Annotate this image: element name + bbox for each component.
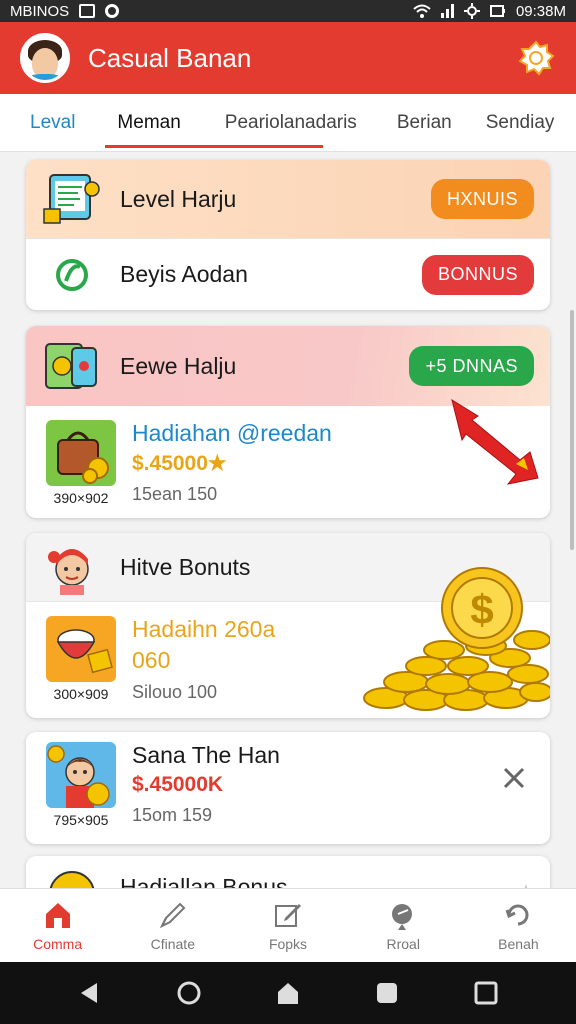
- beyis-aodan-title: Beyis Aodan: [120, 261, 248, 287]
- tab-peariolanadaris[interactable]: Peariolanadaris: [213, 94, 369, 152]
- home-shape-icon[interactable]: [275, 980, 301, 1006]
- tab-bar: Leval Meman Peariolanadaris Berian Sendi…: [0, 94, 576, 152]
- sana-price: $.45000K: [132, 773, 224, 796]
- refresh-icon: [505, 904, 529, 925]
- nav-benah[interactable]: Benah: [461, 889, 576, 962]
- eewe-card: Eewe Halju +5 DNNAS 390×902 Hadiahan @re…: [26, 326, 550, 518]
- hadaihn-meta: Silouo 100: [132, 682, 218, 702]
- status-time: 09:38M: [515, 2, 566, 20]
- status-bar: MBINOS 09:38M: [0, 0, 576, 22]
- recents-icon[interactable]: [374, 980, 400, 1006]
- hadaihn-price: 060: [132, 647, 171, 673]
- svg-text:$: $: [470, 586, 493, 633]
- nav-rroal[interactable]: Rroal: [346, 889, 461, 962]
- hadaihn-title: Hadaihn 260a: [132, 616, 276, 642]
- app-title: Casual Banan: [88, 42, 252, 73]
- signal-icon: [440, 4, 454, 18]
- hadiahan-price: $.45000★: [132, 452, 227, 475]
- avatar[interactable]: [20, 33, 70, 83]
- app-bar: Casual Banan: [0, 22, 576, 94]
- pin-icon: [392, 903, 413, 930]
- tablet-icon: [43, 174, 100, 224]
- system-navigation: [0, 962, 576, 1024]
- sana-title: Sana The Han: [132, 742, 280, 768]
- scrollbar[interactable]: [570, 310, 574, 550]
- level-harju-title: Level Harju: [120, 185, 237, 212]
- rice-thumbnail: [46, 616, 116, 682]
- nav-label-fopks: Fopks: [268, 935, 308, 952]
- red-arrow-icon: [451, 398, 539, 485]
- partial-title: Hadiallan Bonus: [120, 874, 288, 888]
- nav-label-rroal: Rroal: [386, 935, 420, 952]
- partial-row[interactable]: Hadiallan Bonus: [26, 856, 550, 888]
- partial-card: Hadiallan Bonus: [26, 856, 550, 888]
- thumb-dimensions: 390×902: [53, 490, 109, 506]
- eewe-halju-title: Eewe Halju: [120, 352, 237, 379]
- nav-label-comma: Comma: [33, 935, 83, 952]
- rice-bowl-icon: [56, 629, 113, 674]
- wifi-icon: [413, 4, 431, 18]
- hitve-card: Hitve Bonuts 300×909 Hadaihn 260a 060 Si…: [26, 533, 550, 718]
- sana-meta: 15om 159: [132, 805, 213, 825]
- level-harju-row[interactable]: Level Harju HXNUIS: [26, 160, 550, 238]
- bottom-navigation: Comma Cfinate Fopks Rroal Benah: [0, 888, 576, 962]
- settings-status-icon: [463, 3, 480, 19]
- helmet-icon: [49, 871, 95, 888]
- overview-icon[interactable]: [473, 980, 499, 1006]
- nav-cfinate[interactable]: Cfinate: [115, 889, 230, 962]
- back-icon[interactable]: [77, 980, 103, 1006]
- phone-icon: [45, 343, 97, 389]
- tab-sendiay[interactable]: Sendiay: [474, 94, 567, 152]
- thumb-dimensions-3: 795×905: [53, 812, 109, 828]
- leaf-icon: [56, 258, 88, 291]
- home-icon: [45, 902, 70, 928]
- hadaihn-item[interactable]: 300×909 Hadaihn 260a 060 Silouo 100 $: [26, 567, 550, 713]
- hxnuis-button[interactable]: HXNUIS: [430, 179, 534, 219]
- gear-icon: [518, 40, 555, 76]
- home-circle-icon[interactable]: [176, 980, 202, 1006]
- tab-leval[interactable]: Leval: [18, 94, 87, 152]
- bag-icon: [57, 431, 109, 484]
- close-icon: [503, 767, 525, 789]
- tab-meman[interactable]: Meman: [105, 94, 324, 152]
- edit-icon: [275, 903, 301, 927]
- sync-icon: [105, 4, 120, 18]
- sana-item[interactable]: 795×905 Sana The Han $.45000K 15om 159: [26, 732, 550, 838]
- girl-icon: [48, 549, 89, 595]
- notification-icon: [79, 4, 96, 18]
- bag-thumbnail: [46, 420, 116, 486]
- nav-label-benah: Benah: [498, 935, 539, 952]
- thumb-dimensions-2: 300×909: [53, 686, 109, 702]
- hadiahan-title: Hadiahan @reedan: [132, 420, 332, 446]
- pen-icon: [159, 902, 186, 928]
- battery-icon: [489, 5, 505, 17]
- dnnas-button[interactable]: +5 DNNAS: [409, 346, 534, 386]
- boy-thumbnail: [46, 742, 116, 808]
- content-list[interactable]: Level Harju HXNUIS Beyis Aodan BONNUS Ee…: [0, 152, 576, 888]
- level-card: Level Harju HXNUIS Beyis Aodan BONNUS: [26, 160, 550, 310]
- settings-button[interactable]: [516, 38, 556, 78]
- gold-coins-icon: $: [363, 567, 550, 711]
- tab-berian[interactable]: Berian: [385, 94, 464, 152]
- close-button[interactable]: [502, 766, 526, 795]
- nav-fopks[interactable]: Fopks: [230, 889, 345, 962]
- hadiahan-meta: 15ean 150: [132, 484, 218, 504]
- boy-coin-icon: [47, 745, 110, 808]
- sana-card: 795×905 Sana The Han $.45000K 15om 159: [26, 732, 550, 844]
- nav-comma[interactable]: Comma: [0, 889, 115, 962]
- status-left-text: MBINOS: [10, 2, 70, 20]
- nav-label-cfinate: Cfinate: [150, 935, 195, 952]
- bonnus-button[interactable]: BONNUS: [421, 254, 534, 295]
- hadiahan-item[interactable]: 390×902 Hadiahan @reedan $.45000★ 15ean …: [26, 398, 550, 516]
- beyis-aodan-row[interactable]: Beyis Aodan BONNUS: [26, 239, 550, 310]
